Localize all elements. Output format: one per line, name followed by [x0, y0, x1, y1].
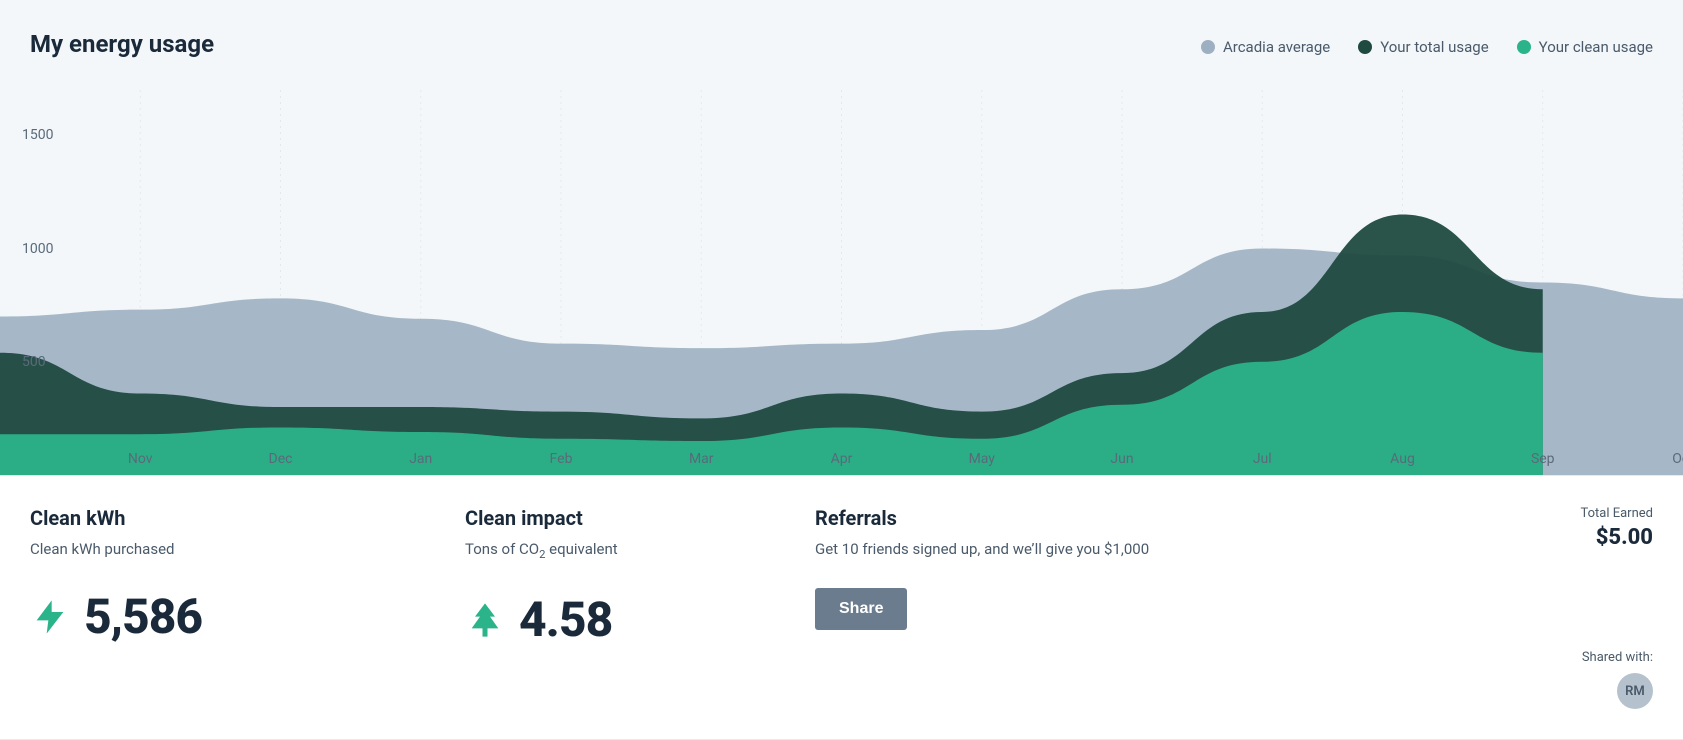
card-title: Referrals: [815, 506, 1473, 530]
card-subtitle: Get 10 friends signed up, and we’ll give…: [815, 540, 1473, 558]
clean-kwh-card: Clean kWh Clean kWh purchased 5,586: [30, 506, 465, 709]
summary-cards-row: Clean kWh Clean kWh purchased 5,586 Clea…: [0, 475, 1683, 740]
x-tick: Oct: [1672, 451, 1683, 467]
earned-and-shared-card: Total Earned $5.00 Shared with: RM: [1473, 506, 1653, 709]
x-tick: Dec: [269, 451, 293, 467]
x-tick: Mar: [689, 451, 714, 467]
shared-with-block: Shared with: RM: [1473, 650, 1653, 709]
y-tick: 1500: [22, 127, 53, 143]
x-tick: Nov: [128, 451, 153, 467]
clean-impact-value: 4.58: [519, 591, 612, 648]
x-tick: Apr: [831, 451, 853, 467]
total-earned-block: Total Earned $5.00: [1473, 506, 1653, 550]
area-chart: [0, 0, 1683, 475]
referrals-card: Referrals Get 10 friends signed up, and …: [815, 506, 1473, 709]
bolt-icon: [30, 597, 70, 637]
x-tick: May: [969, 451, 995, 467]
card-subtitle: Clean kWh purchased: [30, 540, 465, 558]
share-button[interactable]: Share: [815, 588, 907, 630]
avatar[interactable]: RM: [1617, 673, 1653, 709]
tree-icon: [465, 600, 505, 640]
energy-usage-chart-section: My energy usage Arcadia average Your tot…: [0, 0, 1683, 475]
x-tick: Feb: [550, 451, 573, 467]
x-tick: Sep: [1531, 451, 1555, 467]
card-subtitle: Tons of CO2 equivalent: [465, 540, 815, 561]
y-tick: 500: [22, 354, 46, 370]
total-earned-label: Total Earned: [1473, 506, 1653, 521]
clean-impact-card: Clean impact Tons of CO2 equivalent 4.58: [465, 506, 815, 709]
clean-kwh-value: 5,586: [84, 588, 202, 645]
shared-with-label: Shared with:: [1473, 650, 1653, 665]
x-tick: Aug: [1390, 451, 1415, 467]
x-tick: Jul: [1253, 451, 1272, 467]
total-earned-value: $5.00: [1473, 525, 1653, 550]
x-tick: Jun: [1110, 451, 1133, 467]
clean-kwh-metric: 5,586: [30, 588, 465, 645]
x-tick: Jan: [409, 451, 432, 467]
y-tick: 1000: [22, 241, 53, 257]
card-title: Clean impact: [465, 506, 815, 530]
clean-impact-metric: 4.58: [465, 591, 815, 648]
card-title: Clean kWh: [30, 506, 465, 530]
